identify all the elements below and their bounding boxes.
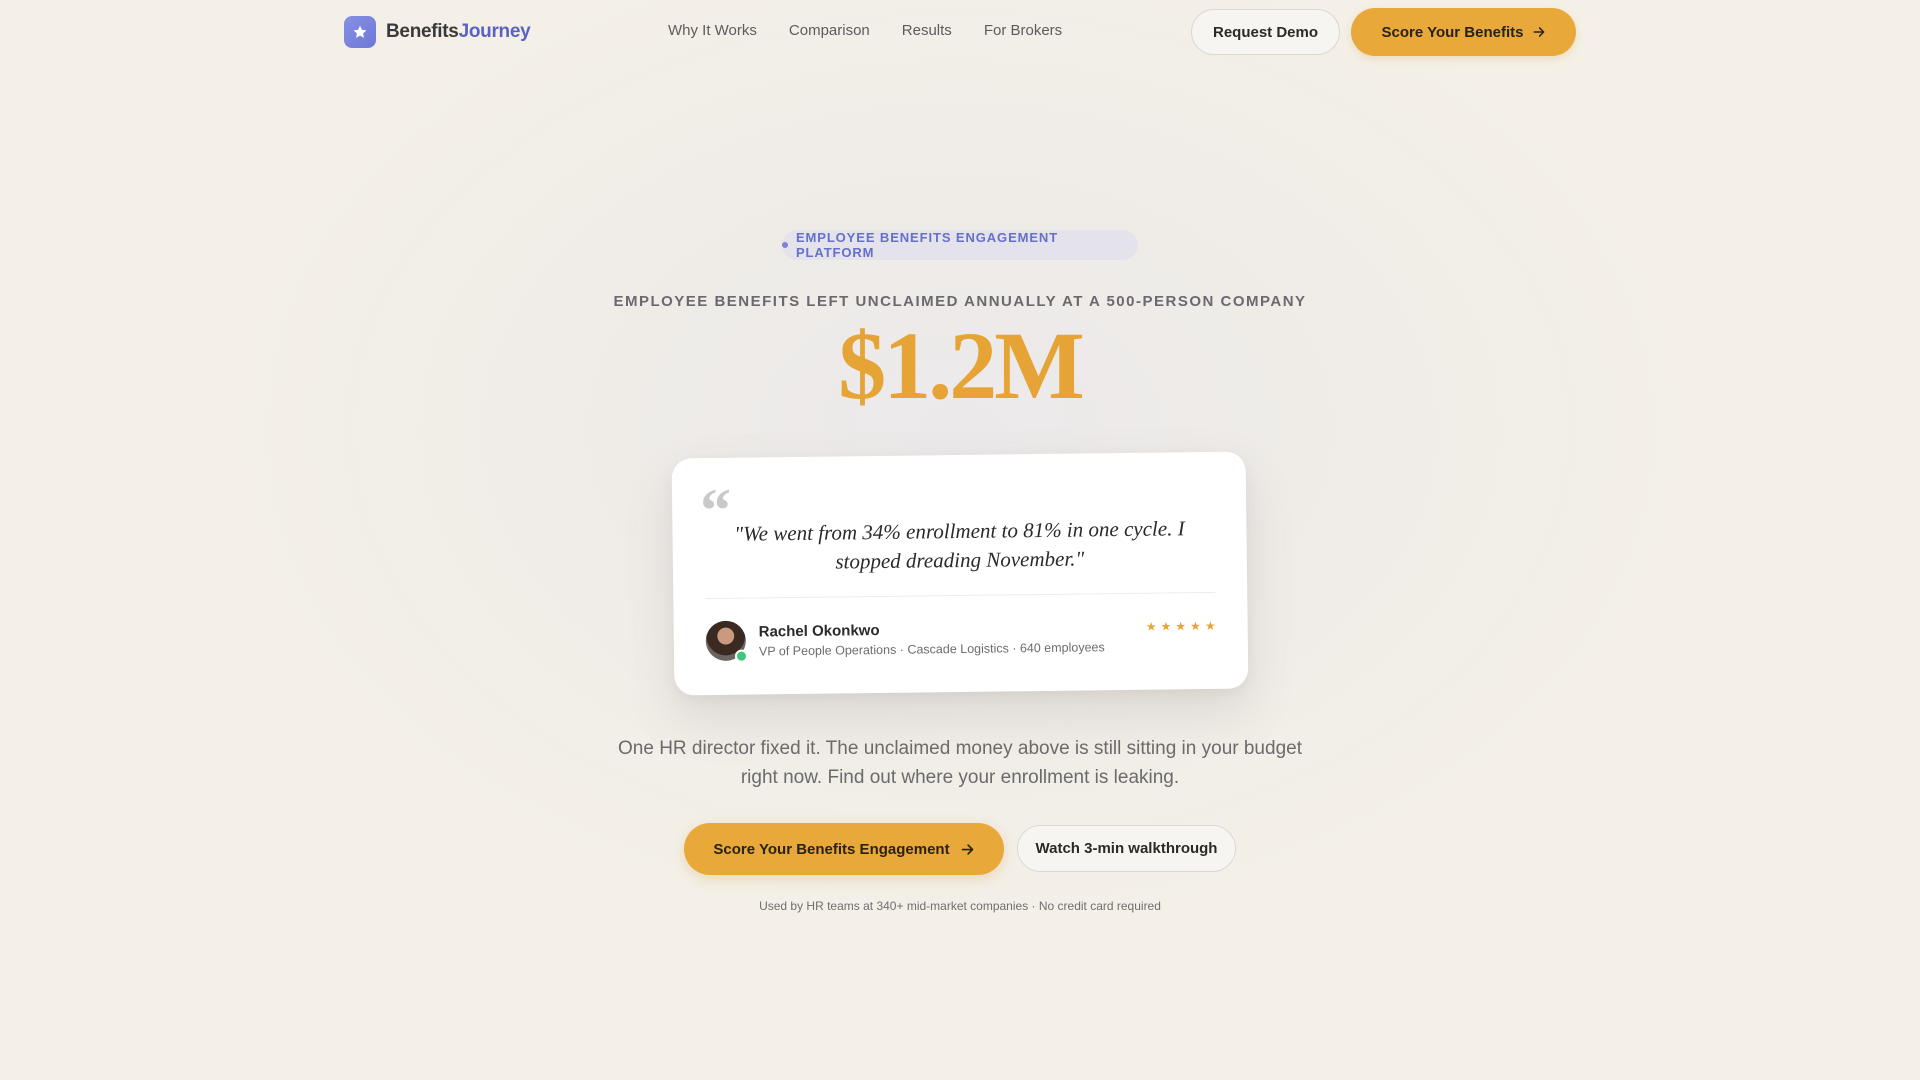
avatar (705, 620, 749, 663)
badge-label: EMPLOYEE BENEFITS ENGAGEMENT PLATFORM (795, 230, 1059, 260)
star-icon: ★ (1190, 619, 1201, 634)
score-engagement-label: Score Your Benefits Engagement (713, 840, 950, 858)
platform-badge: EMPLOYEE BENEFITS ENGAGEMENT PLATFORM (782, 230, 1138, 260)
arrow-right-icon (1532, 25, 1546, 39)
nav-link-why-it-works[interactable]: Why It Works (668, 22, 757, 39)
nav-links: Why It Works Comparison Results For Brok… (668, 22, 1062, 39)
brand-logo[interactable]: BenefitsJourney (344, 16, 531, 48)
top-nav: BenefitsJourney Why It Works Comparison … (0, 0, 1920, 64)
author-info: Rachel Okonkwo VP of People Operations ·… (758, 619, 1105, 658)
card-divider (705, 591, 1216, 600)
brand-name: BenefitsJourney (386, 21, 531, 43)
score-benefits-nav-button[interactable]: Score Your Benefits (1351, 8, 1576, 56)
star-icon (344, 16, 376, 48)
watch-walkthrough-button[interactable]: Watch 3-min walkthrough (1017, 825, 1236, 872)
hero-eyebrow: EMPLOYEE BENEFITS LEFT UNCLAIMED ANNUALL… (613, 293, 1307, 310)
request-demo-button[interactable]: Request Demo (1191, 9, 1340, 55)
brand-name-part2: Journey (458, 21, 531, 42)
nav-link-for-brokers[interactable]: For Brokers (984, 22, 1062, 39)
badge-dot (782, 242, 788, 248)
score-engagement-button[interactable]: Score Your Benefits Engagement (684, 823, 1004, 875)
brand-name-part1: Benefits (386, 21, 459, 42)
author-role: VP of People Operations · Cascade Logist… (758, 639, 1105, 658)
testimonial-quote: "We went from 34% enrollment to 81% in o… (734, 516, 1185, 574)
nav-link-results[interactable]: Results (902, 22, 952, 39)
star-icon: ★ (1204, 618, 1216, 634)
quote-icon: “ (699, 476, 732, 546)
star-rating: ★ ★ ★ ★ ★ (1146, 619, 1216, 634)
testimonial-card: “ "We went from 34% enrollment to 81% in… (671, 451, 1249, 696)
testimonial-author: Rachel Okonkwo VP of People Operations ·… (705, 615, 1216, 663)
arrow-right-icon (960, 842, 975, 857)
score-benefits-nav-label: Score Your Benefits (1381, 23, 1524, 41)
star-icon: ★ (1175, 619, 1187, 634)
star-icon: ★ (1160, 619, 1172, 634)
trust-note: Used by HR teams at 340+ mid-market comp… (759, 899, 1161, 913)
hero-subcopy: One HR director fixed it. The unclaimed … (618, 738, 1302, 788)
author-name: Rachel Okonkwo (758, 621, 880, 640)
nav-link-comparison[interactable]: Comparison (789, 22, 870, 39)
online-status-dot (734, 649, 749, 663)
unclaimed-amount: $1.2M (838, 312, 1085, 419)
star-icon: ★ (1145, 619, 1157, 634)
